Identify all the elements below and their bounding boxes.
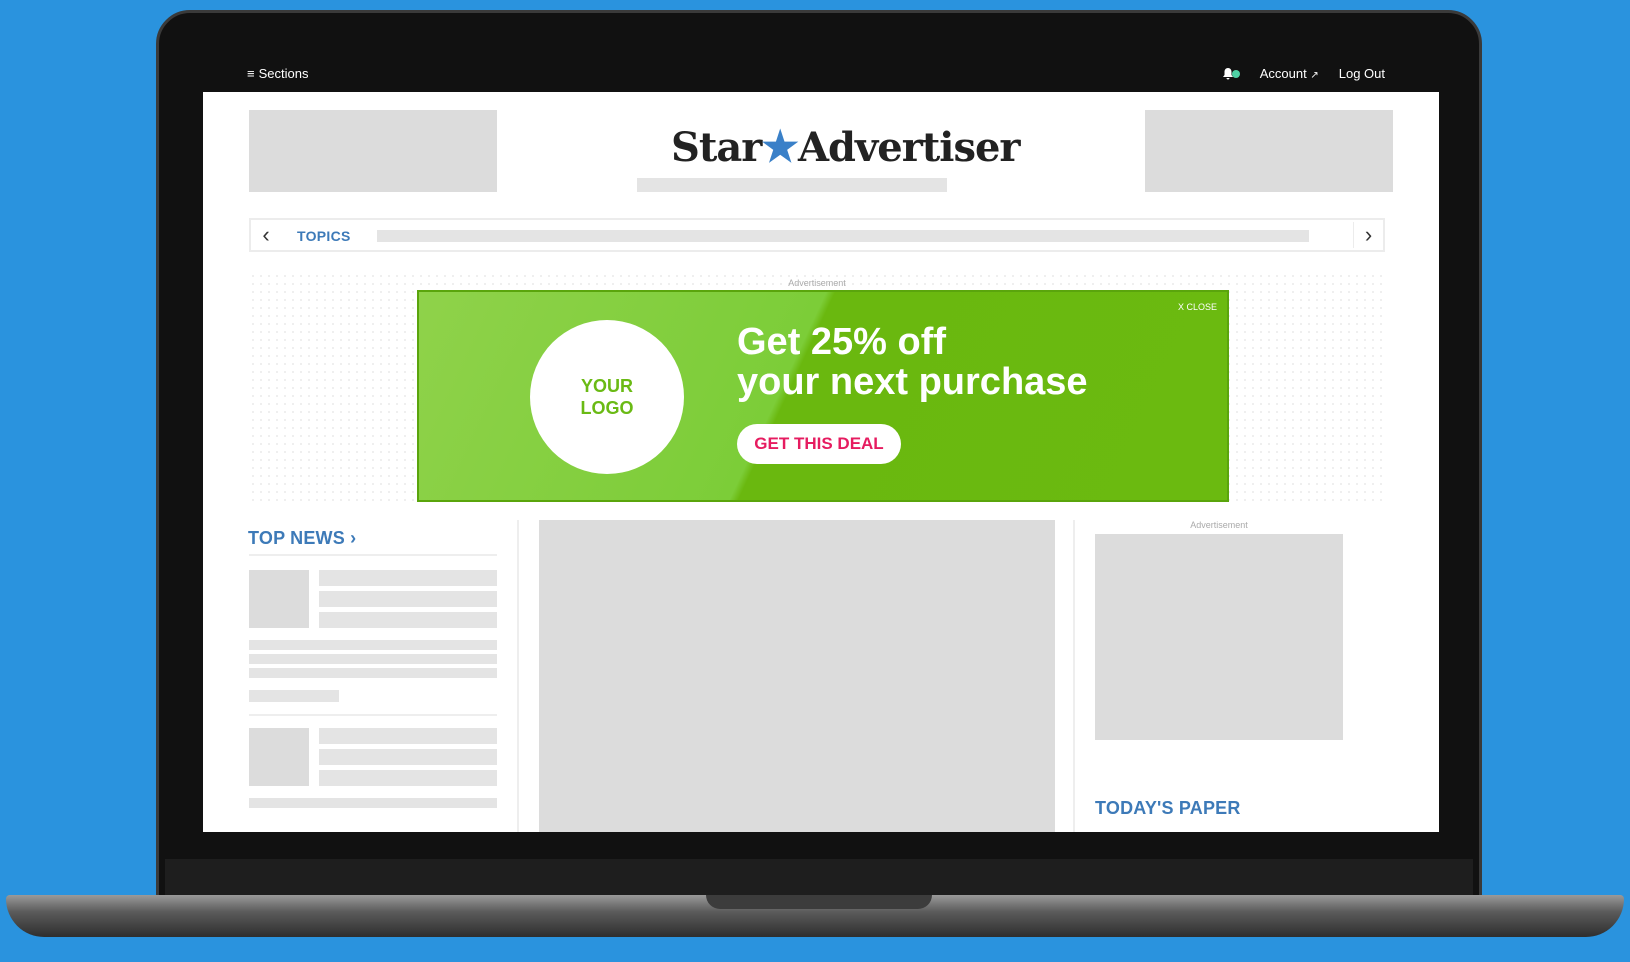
external-link-icon: ↗ (1310, 70, 1319, 81)
get-deal-button[interactable]: GET THIS DEAL (737, 424, 901, 464)
news-summary-line (249, 798, 497, 808)
news-meta-line (249, 690, 339, 702)
header-ad-right (1145, 110, 1393, 192)
featured-story-image[interactable] (539, 520, 1055, 832)
promo-banner-ad[interactable]: X CLOSE YOUR LOGO Get 25% off your next … (417, 290, 1229, 502)
topbar-actions: Account ↗ Log Out (1222, 66, 1385, 81)
topics-next-button[interactable]: › (1353, 222, 1383, 248)
column-separator (1073, 520, 1075, 832)
header-ad-left (249, 110, 497, 192)
browser-screen: Star★Advertiser ‹ TOPICS › Advertisement… (203, 92, 1439, 832)
ad-headline: Get 25% off your next purchase (737, 322, 1088, 402)
news-summary-line (249, 654, 497, 664)
logout-link[interactable]: Log Out (1339, 66, 1385, 81)
news-line (319, 591, 497, 607)
tagline-placeholder (637, 178, 947, 192)
news-divider (249, 714, 497, 716)
column-separator (517, 520, 519, 832)
ad-headline-line2: your next purchase (737, 361, 1088, 403)
news-line (319, 728, 497, 744)
top-news-divider (249, 554, 497, 556)
ad-logo-placeholder: YOUR LOGO (530, 320, 684, 474)
hamburger-icon: ≡ (247, 66, 255, 81)
account-link[interactable]: Account ↗ (1260, 66, 1319, 81)
logo-text-left: Star (671, 124, 762, 171)
ad-label: Advertisement (788, 278, 846, 288)
sidebar-ad[interactable] (1095, 534, 1343, 740)
site-logo[interactable]: Star★Advertiser (671, 122, 1021, 182)
news-thumb (249, 570, 309, 628)
logo-text-right: Advertiser (798, 124, 1020, 171)
topics-prev-button[interactable]: ‹ (251, 222, 281, 248)
sections-menu-button[interactable]: ≡ Sections (247, 66, 308, 81)
chevron-right-icon: › (350, 528, 357, 548)
news-line (319, 770, 497, 786)
site-topbar: ≡ Sections Account ↗ Log Out (203, 58, 1439, 92)
news-line (319, 570, 497, 586)
news-line (319, 749, 497, 765)
notifications-button[interactable] (1222, 67, 1240, 80)
news-summary-line (249, 668, 497, 678)
laptop-chin (165, 859, 1473, 897)
ad-logo-line1: YOUR (580, 376, 633, 396)
top-news-heading[interactable]: TOP NEWS › (248, 528, 356, 549)
top-news-label: TOP NEWS (248, 528, 345, 548)
news-summary-line (249, 640, 497, 650)
star-icon: ★ (761, 122, 799, 171)
news-line (319, 612, 497, 628)
account-label: Account (1259, 66, 1307, 81)
ad-headline-line1: Get 25% off (737, 321, 947, 363)
ad-close-button[interactable]: X CLOSE (1178, 302, 1217, 312)
notification-dot (1231, 69, 1240, 78)
topics-bar: ‹ TOPICS › (249, 218, 1385, 252)
todays-paper-heading[interactable]: TODAY'S PAPER (1095, 798, 1241, 819)
laptop-notch (706, 895, 932, 909)
ad-logo-line2: LOGO (580, 398, 634, 418)
sidebar-ad-label: Advertisement (1190, 520, 1248, 530)
topics-label: TOPICS (297, 228, 351, 244)
topics-list-placeholder (377, 230, 1309, 242)
news-thumb (249, 728, 309, 786)
sections-label: Sections (258, 66, 309, 81)
